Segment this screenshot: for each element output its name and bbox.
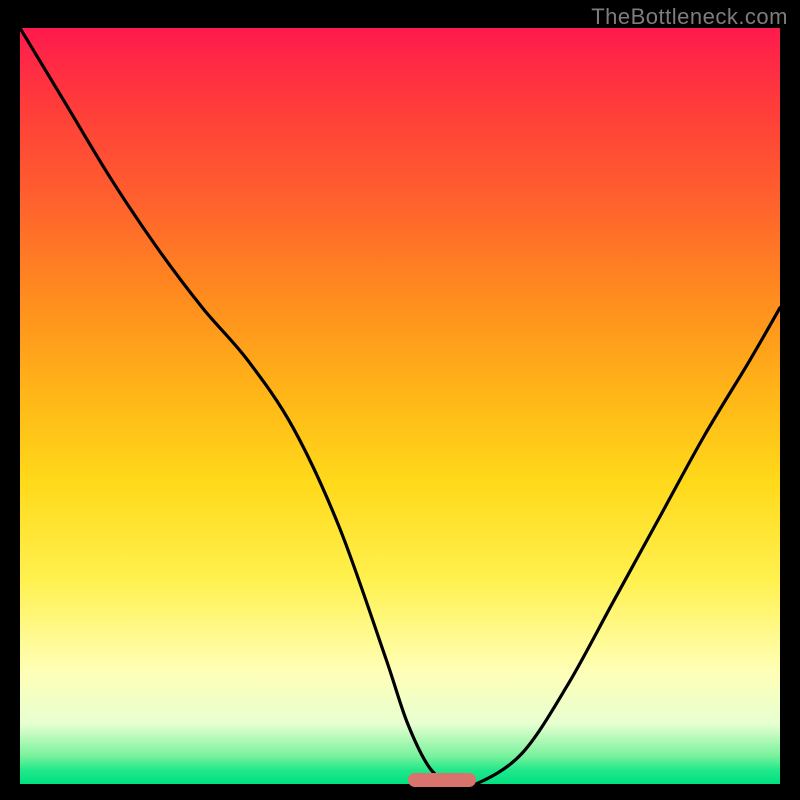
plot-inner [20, 28, 780, 784]
watermark-text: TheBottleneck.com [591, 4, 788, 30]
optimal-range-bar [408, 773, 476, 787]
chart-frame: TheBottleneck.com [0, 0, 800, 800]
plot-area [20, 28, 780, 784]
bottleneck-curve [20, 28, 780, 784]
bottleneck-curve-path [20, 28, 780, 784]
